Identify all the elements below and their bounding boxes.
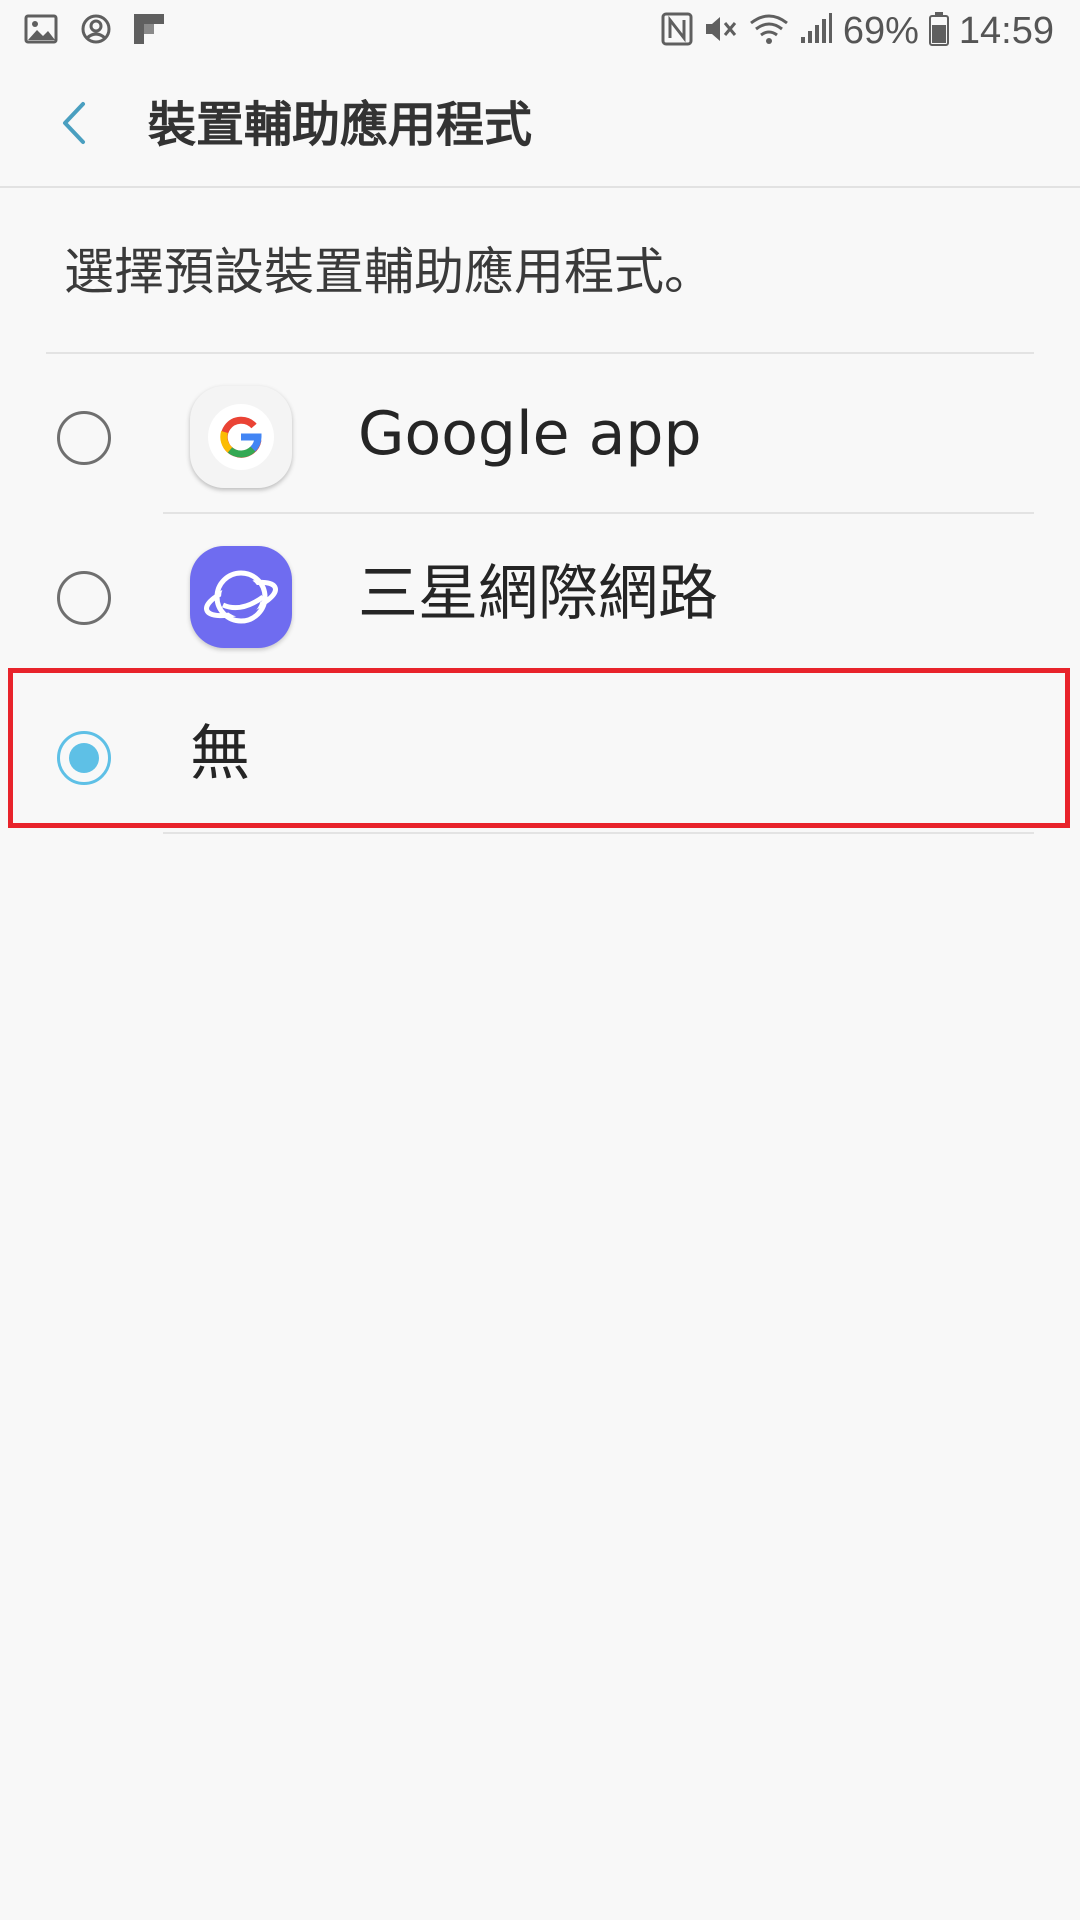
option-label: Google app xyxy=(358,399,702,469)
radio-button[interactable] xyxy=(57,411,111,465)
divider xyxy=(163,832,1034,834)
google-icon xyxy=(190,386,292,488)
status-bar: 69% 14:59 xyxy=(0,0,1080,62)
back-button[interactable] xyxy=(40,90,110,160)
nfc-icon xyxy=(661,12,693,50)
wifi-icon xyxy=(749,13,789,49)
chevron-left-icon xyxy=(55,98,95,152)
battery-icon xyxy=(928,12,949,50)
app-bar: 裝置輔助應用程式 xyxy=(0,62,1080,188)
option-samsung-internet[interactable]: 三星網際網路 xyxy=(0,514,1080,674)
option-label: 三星網際網路 xyxy=(358,559,718,629)
description-text: 選擇預設裝置輔助應用程式。 xyxy=(64,243,714,301)
mute-icon xyxy=(703,13,739,49)
option-none[interactable]: 無 xyxy=(0,674,1080,834)
samsung-internet-icon xyxy=(190,546,292,648)
gallery-icon xyxy=(24,14,58,48)
radio-button-selected[interactable] xyxy=(57,731,111,785)
option-label: 無 xyxy=(190,719,250,789)
account-icon xyxy=(80,13,112,49)
radio-button[interactable] xyxy=(57,571,111,625)
radio-dot xyxy=(69,743,99,773)
battery-percent: 69% xyxy=(842,9,919,52)
clock: 14:59 xyxy=(958,9,1054,52)
page-title: 裝置輔助應用程式 xyxy=(148,97,533,153)
option-google-app[interactable]: Google app xyxy=(0,354,1080,514)
signal-icon xyxy=(799,13,833,49)
flipboard-icon xyxy=(134,14,164,48)
